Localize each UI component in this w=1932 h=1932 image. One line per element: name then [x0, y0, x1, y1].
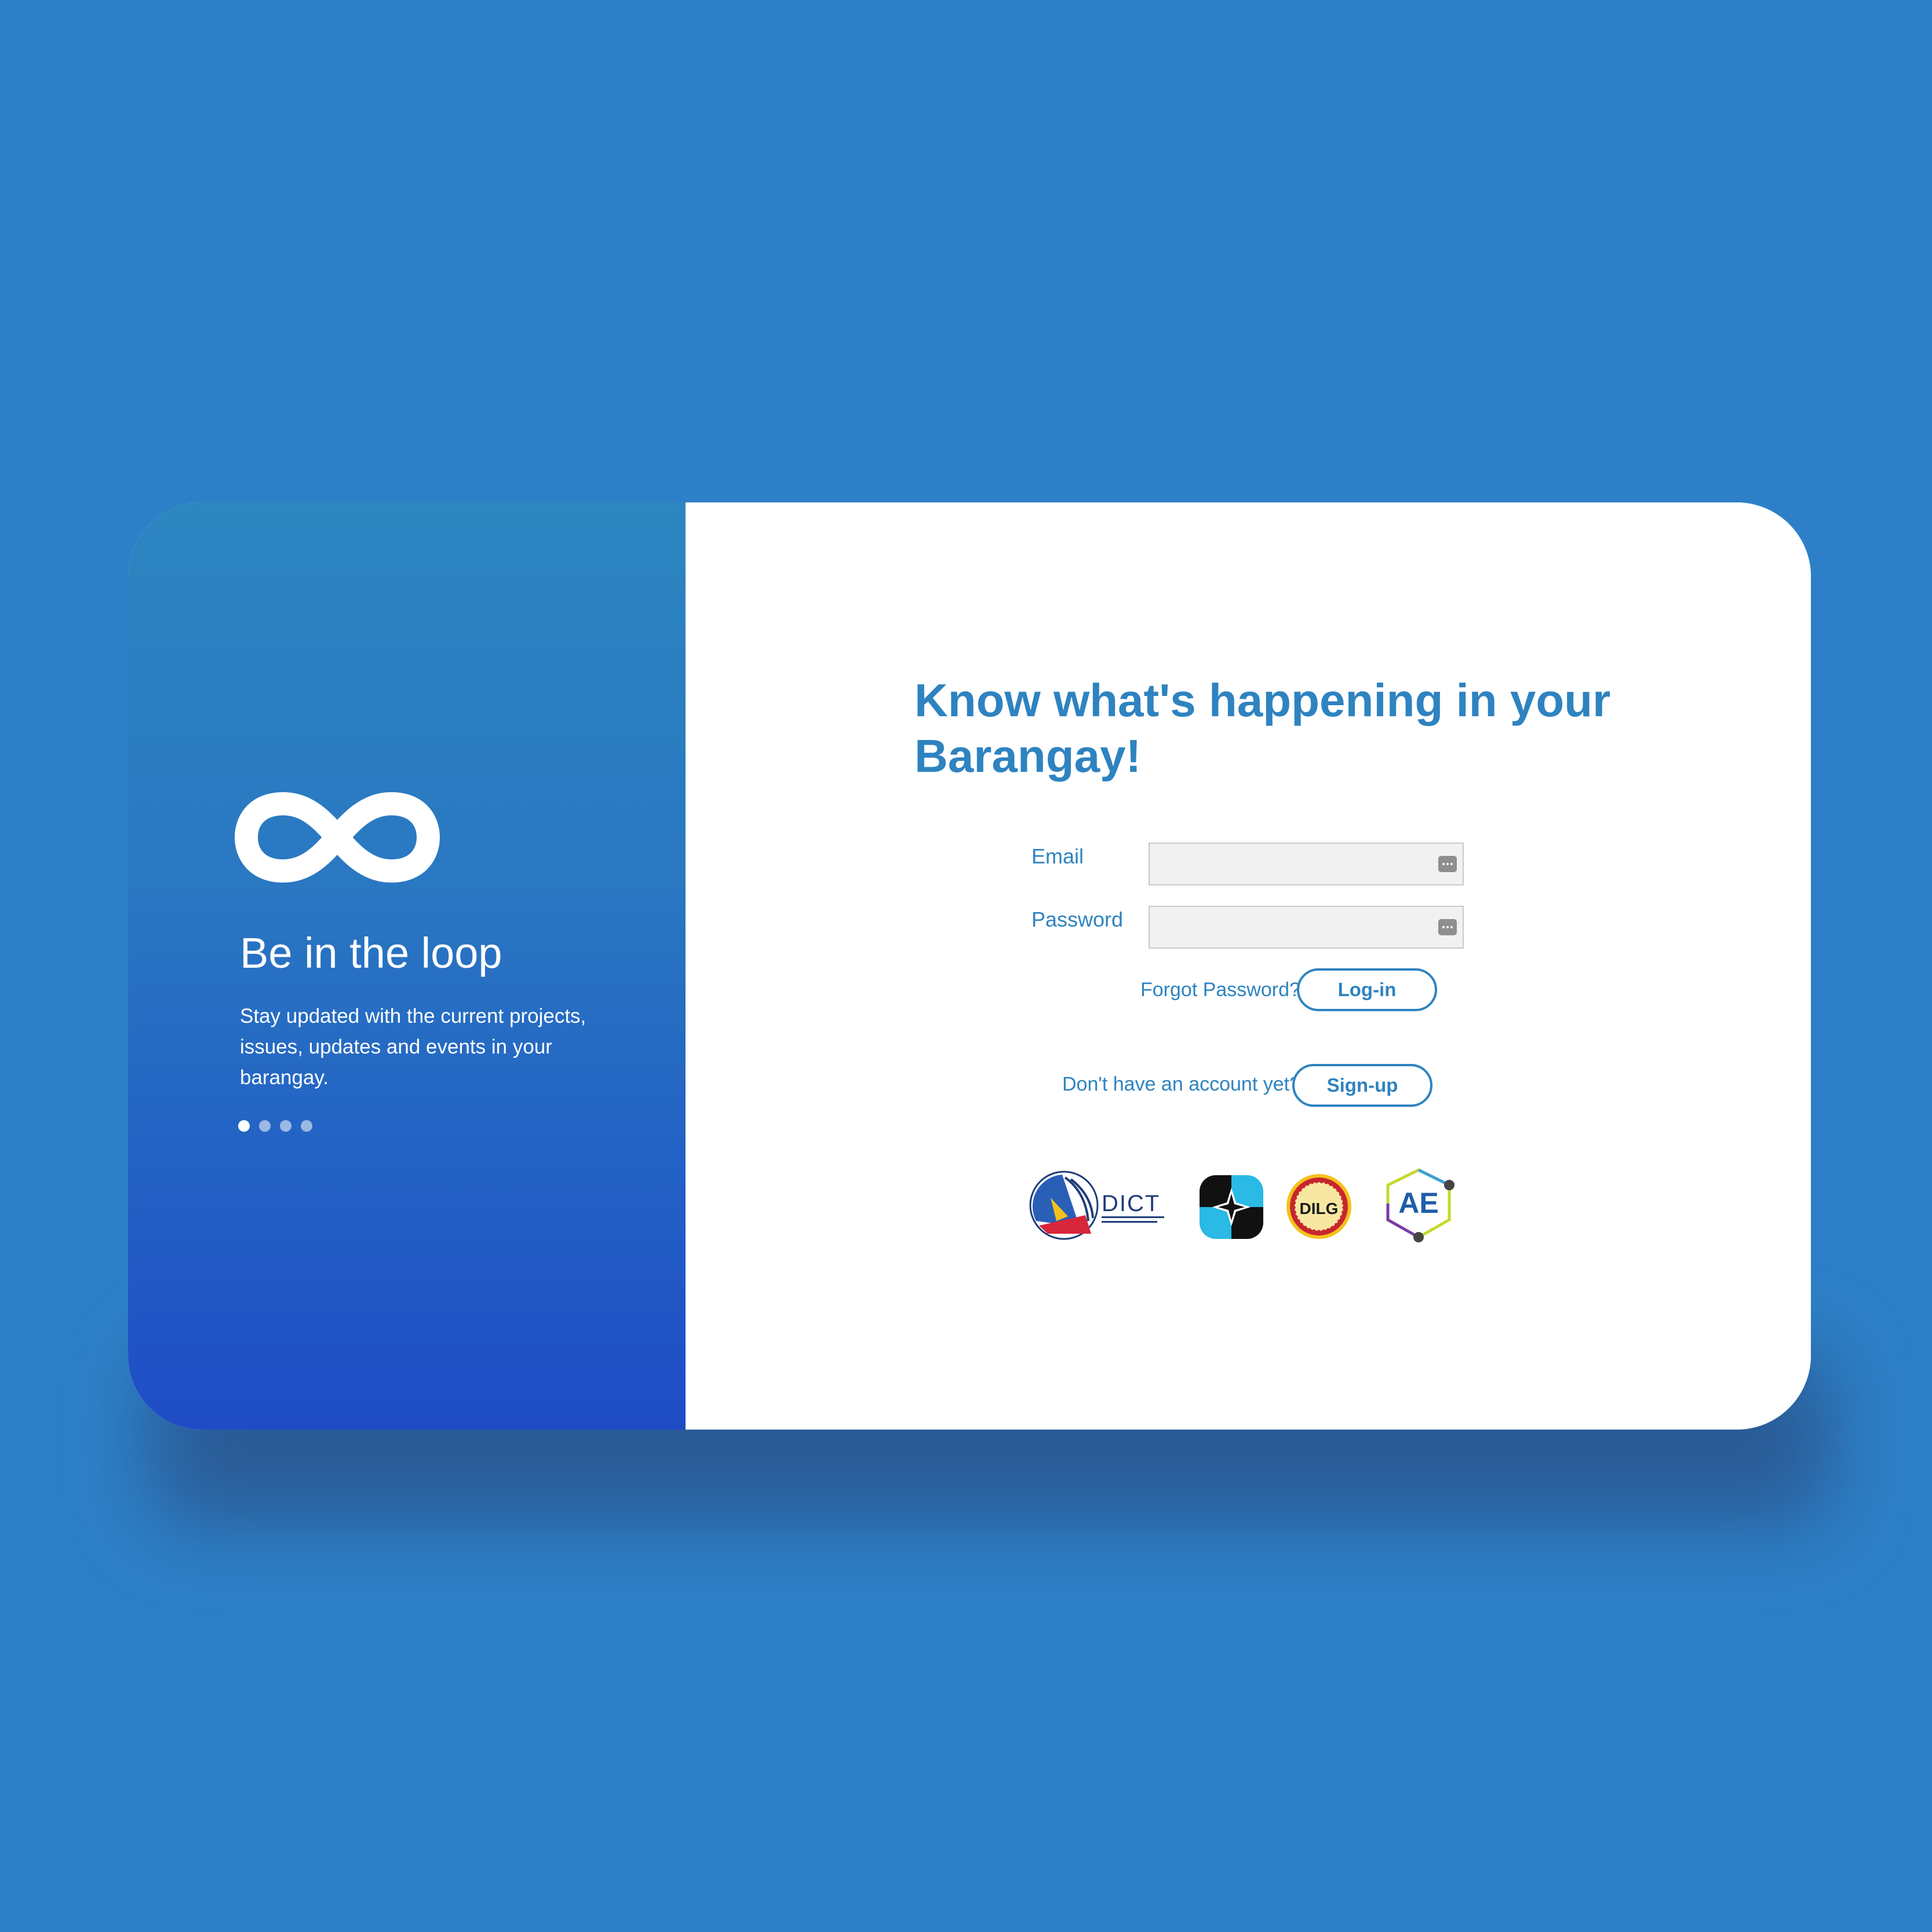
dict-logo-text: DICT — [1102, 1191, 1160, 1216]
infinity-loop-icon — [235, 792, 440, 883]
dict-seal-logo — [1029, 1171, 1099, 1240]
hero-panel: Be in the loop Stay updated with the cur… — [128, 502, 686, 1430]
hero-title: Be in the loop — [240, 929, 502, 977]
carousel-dot-1[interactable] — [238, 1120, 250, 1132]
ae-hexagon-logo: AE — [1386, 1168, 1455, 1242]
dilg-logo-text: DILG — [1300, 1200, 1339, 1217]
carousel-dot-3[interactable] — [280, 1120, 291, 1132]
ae-logo-text: AE — [1398, 1187, 1438, 1219]
carousel-dot-4[interactable] — [301, 1120, 312, 1132]
login-panel: Know what's happening in your Barangay! … — [686, 502, 1811, 1430]
dilg-seal-logo: DILG — [1286, 1174, 1351, 1239]
star-quad-logo — [1200, 1175, 1263, 1239]
carousel-dot-2[interactable] — [259, 1120, 271, 1132]
partner-logos: DICT DILG AE — [1029, 1168, 1455, 1242]
dict-wordmark: DICT — [1102, 1191, 1164, 1223]
hero-description: Stay updated with the current projects, … — [240, 1005, 586, 1089]
carousel-indicator — [238, 1120, 312, 1132]
login-card: Be in the loop Stay updated with the cur… — [128, 502, 1811, 1430]
